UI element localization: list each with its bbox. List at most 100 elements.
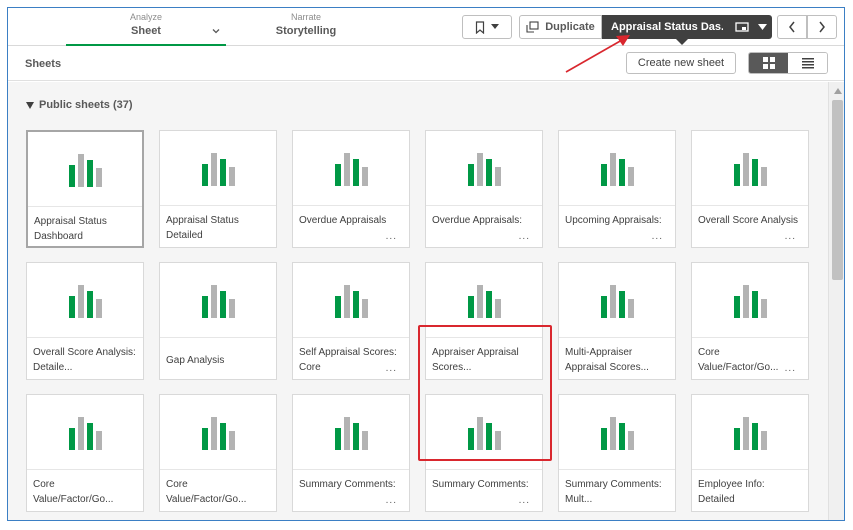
sheet-card-overflow: ...	[385, 495, 397, 506]
thumbnail-bar	[228, 299, 235, 318]
next-sheet-button[interactable]	[807, 15, 837, 39]
sheet-card[interactable]: Appraiser Appraisal Scores...	[425, 262, 543, 380]
view-toggle	[748, 52, 828, 74]
thumbnail-bar	[361, 431, 368, 450]
thumbnail-bar	[751, 159, 758, 186]
thumbnail-bar	[201, 164, 208, 186]
mode-analyze-sheet[interactable]: Analyze Sheet	[66, 12, 226, 46]
sheet-card[interactable]: Overdue Appraisals...	[292, 130, 410, 248]
list-icon	[801, 58, 814, 69]
sheet-thumbnail-bar-chart-icon	[160, 131, 276, 206]
thumbnail-bar	[343, 153, 350, 186]
sheet-card-title: Core Value/Factor/Go...	[166, 479, 247, 505]
thumbnail-bar	[627, 299, 634, 318]
bookmark-icon	[475, 20, 485, 34]
sheet-thumbnail-bar-chart-icon	[160, 395, 276, 470]
vertical-scrollbar[interactable]	[828, 82, 844, 520]
thumbnail-bar	[334, 296, 341, 318]
sheet-card[interactable]: Overall Score Analysis...	[691, 130, 809, 248]
thumbnail-bar	[733, 164, 740, 186]
thumbnail-bar	[228, 431, 235, 450]
sheet-card[interactable]: Overall Score Analysis: Detaile...	[26, 262, 144, 380]
thumbnail-bar	[467, 296, 474, 318]
thumbnail-bar	[219, 423, 226, 450]
mode-narrate-caption: Narrate	[290, 12, 321, 22]
thumbnail-bar	[201, 428, 208, 450]
thumbnail-bar	[210, 153, 217, 186]
sheet-thumbnail-bar-chart-icon	[160, 263, 276, 338]
thumbnail-bar	[352, 423, 359, 450]
sheet-card[interactable]: Multi-Appraiser Appraisal Scores...	[558, 262, 676, 380]
thumbnail-bar	[86, 160, 93, 187]
thumbnail-bar	[476, 285, 483, 318]
thumbnail-bar	[618, 423, 625, 450]
sheet-card-overflow: ...	[651, 231, 663, 242]
thumbnail-bar	[343, 285, 350, 318]
sheet-thumbnail-bar-chart-icon	[426, 395, 542, 470]
sheet-card-title: Appraiser Appraisal Scores...	[432, 347, 519, 373]
thumbnail-bar	[742, 285, 749, 318]
thumbnail-bar	[95, 299, 102, 318]
thumbnail-bar	[68, 165, 75, 187]
bookmarks-button[interactable]	[462, 15, 512, 39]
sheet-card[interactable]: Core Value/Factor/Go...	[26, 394, 144, 512]
thumbnail-bar	[609, 153, 616, 186]
scrollbar-thumb[interactable]	[832, 100, 843, 280]
sheet-card[interactable]: Self Appraisal Scores: Core...	[292, 262, 410, 380]
thumbnail-bar	[760, 167, 767, 186]
sheet-thumbnail-bar-chart-icon	[293, 263, 409, 338]
thumbnail-bar	[609, 417, 616, 450]
sheet-thumbnail-bar-chart-icon	[27, 395, 143, 470]
thumbnail-bar	[361, 299, 368, 318]
sheet-card-title: Multi-Appraiser Appraisal Scores...	[565, 347, 649, 373]
sheet-thumbnail-bar-chart-icon	[692, 395, 808, 470]
sheet-card[interactable]: Overdue Appraisals:...	[425, 130, 543, 248]
current-sheet-selector[interactable]: Appraisal Status Das...	[602, 15, 772, 45]
sheet-card[interactable]: Summary Comments:...	[425, 394, 543, 512]
thumbnail-bar	[86, 291, 93, 318]
thumbnail-bar	[86, 423, 93, 450]
public-sheets-toggle[interactable]: Public sheets (37)	[26, 99, 133, 111]
thumbnail-bar	[600, 428, 607, 450]
thumbnail-bar	[219, 291, 226, 318]
list-view-button[interactable]	[788, 53, 827, 73]
sheet-card-overflow: ...	[784, 231, 796, 242]
sheet-card-overflow: ...	[518, 231, 530, 242]
thumbnail-bar	[600, 296, 607, 318]
sheet-card[interactable]: Employee Info: Detailed	[691, 394, 809, 512]
thumbnail-bar	[361, 167, 368, 186]
duplicate-button[interactable]: Duplicate	[519, 15, 602, 39]
sheet-thumbnail-bar-chart-icon	[559, 395, 675, 470]
caret-down-icon	[758, 23, 767, 30]
sheet-card[interactable]: Appraisal Status Detailed	[159, 130, 277, 248]
sheet-screen-icon	[735, 21, 749, 32]
grid-view-button[interactable]	[749, 53, 788, 73]
create-new-sheet-button[interactable]: Create new sheet	[626, 52, 736, 74]
chevron-down-icon[interactable]	[212, 27, 220, 35]
mode-narrate-storytelling[interactable]: Narrate Storytelling	[226, 12, 386, 46]
grid-icon	[762, 57, 775, 69]
sheet-thumbnail-bar-chart-icon	[293, 395, 409, 470]
thumbnail-bar	[627, 167, 634, 186]
thumbnail-bar	[352, 159, 359, 186]
thumbnail-bar	[201, 296, 208, 318]
chevron-right-icon	[819, 21, 825, 33]
thumbnail-bar	[494, 167, 501, 186]
sheet-card[interactable]: Core Value/Factor/Go...	[159, 394, 277, 512]
sheet-card[interactable]: Gap Analysis	[159, 262, 277, 380]
selector-pointer	[676, 39, 688, 45]
thumbnail-bar	[210, 285, 217, 318]
thumbnail-bar	[343, 417, 350, 450]
sheet-card-overflow: ...	[784, 363, 796, 374]
sheet-card[interactable]: Core Value/Factor/Go......	[691, 262, 809, 380]
caret-down-icon	[491, 24, 499, 29]
sheet-card[interactable]: Appraisal Status Dashboard	[26, 130, 144, 248]
scroll-up-arrow-icon[interactable]	[834, 88, 842, 94]
sheet-card[interactable]: Summary Comments: Mult...	[558, 394, 676, 512]
thumbnail-bar	[760, 299, 767, 318]
sheet-thumbnail-bar-chart-icon	[692, 131, 808, 206]
sheet-card[interactable]: Upcoming Appraisals:...	[558, 130, 676, 248]
thumbnail-bar	[352, 291, 359, 318]
sheet-card[interactable]: Summary Comments:...	[292, 394, 410, 512]
previous-sheet-button[interactable]	[777, 15, 807, 39]
